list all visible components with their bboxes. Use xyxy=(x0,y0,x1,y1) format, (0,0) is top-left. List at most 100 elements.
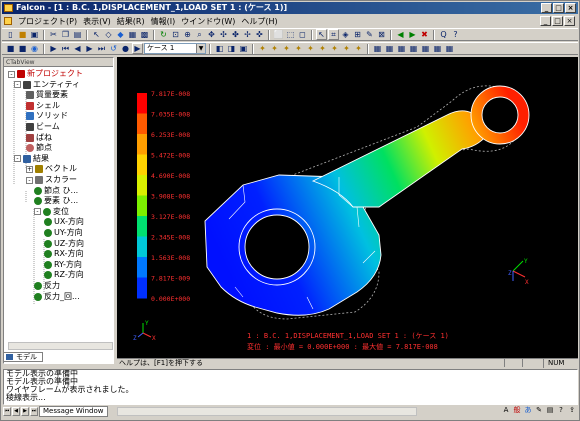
menu-help[interactable]: ヘルプ(H) xyxy=(241,16,277,27)
mdi-minimize-button[interactable]: _ xyxy=(540,16,551,26)
rotate-x-icon[interactable]: ✤ xyxy=(230,29,241,40)
last-frame-icon[interactable]: ⏭ xyxy=(96,43,107,54)
record-icon[interactable]: ● xyxy=(120,43,131,54)
layer-4-icon[interactable]: ▦ xyxy=(408,43,419,54)
tree-expander-icon[interactable]: - xyxy=(26,176,33,184)
input-mode-icon[interactable]: あ xyxy=(523,405,533,415)
pan-icon[interactable]: ✥ xyxy=(206,29,217,40)
layer-2-icon[interactable]: ▦ xyxy=(384,43,395,54)
tree-expander-icon[interactable]: + xyxy=(26,165,33,173)
result-next-icon[interactable]: ◨ xyxy=(226,43,237,54)
forward-icon[interactable]: ▶ xyxy=(407,29,418,40)
tree-item[interactable]: - 新プロジェクト xyxy=(8,69,83,79)
tool-icon[interactable]: ✎ xyxy=(534,405,544,415)
tree-horizontal-scrollbar[interactable] xyxy=(8,342,113,350)
graphics-viewport[interactable]: 7.817E-008 7.035E-008 6.253E-008 5.472E-008… xyxy=(117,57,578,358)
paste-icon[interactable]: ▤ xyxy=(72,29,83,40)
probe-result-icon[interactable]: ✦ xyxy=(329,43,340,54)
tree-item[interactable]: RY-方向 xyxy=(44,260,82,270)
tree-item[interactable]: RX-方向 xyxy=(44,249,84,259)
delete-icon[interactable]: ✖ xyxy=(419,29,430,40)
mdi-restore-button[interactable]: □ xyxy=(552,16,563,26)
search-icon[interactable]: Q xyxy=(438,29,449,40)
mdi-close-button[interactable]: × xyxy=(564,16,575,26)
tree-item[interactable]: 節点 xyxy=(26,143,52,153)
close-button[interactable]: × xyxy=(565,3,576,13)
prev-frame-icon[interactable]: ◀ xyxy=(72,43,83,54)
help-icon[interactable]: ? xyxy=(450,29,461,40)
menu-project[interactable]: プロジェクト(P) xyxy=(18,16,77,27)
cycle-icon[interactable]: ↺ xyxy=(108,43,119,54)
tree-item[interactable]: ばね xyxy=(26,133,52,143)
open-folder-icon[interactable]: ■ xyxy=(17,29,28,40)
tree-item[interactable]: 要素 ひ... xyxy=(34,196,78,206)
tree-expander-icon[interactable]: - xyxy=(14,81,21,89)
play-icon[interactable]: ▶ xyxy=(48,43,59,54)
tab-message-window[interactable]: Message Window xyxy=(39,405,108,417)
tree-expander-icon[interactable]: - xyxy=(34,208,41,216)
save-image-icon[interactable]: ◉ xyxy=(29,43,40,54)
graph-icon[interactable]: ✦ xyxy=(341,43,352,54)
new-file-icon[interactable]: ▯ xyxy=(5,29,16,40)
view-front-icon[interactable]: ⬜ xyxy=(273,29,284,40)
tree-item[interactable]: - 結果 xyxy=(14,154,49,164)
result-options-icon[interactable]: ▣ xyxy=(238,43,249,54)
tree-item[interactable]: - スカラー xyxy=(26,175,77,185)
fit-icon[interactable]: ⊡ xyxy=(170,29,181,40)
tree-item[interactable]: RZ-方向 xyxy=(44,270,84,280)
tree-item[interactable]: 反力 xyxy=(34,281,60,291)
tree-item[interactable]: ソリッド xyxy=(26,111,68,121)
caps-icon[interactable]: ⇪ xyxy=(567,405,577,415)
cut-icon[interactable]: ✂ xyxy=(48,29,59,40)
rotate-icon[interactable]: ✣ xyxy=(218,29,229,40)
message-horizontal-scrollbar[interactable] xyxy=(116,406,417,416)
tree-item[interactable]: ビーム xyxy=(26,122,60,132)
maximize-button[interactable]: □ xyxy=(553,3,564,13)
layer-1-icon[interactable]: ▦ xyxy=(372,43,383,54)
rotate-z-icon[interactable]: ✜ xyxy=(254,29,265,40)
tree-item[interactable]: - エンティティ xyxy=(14,80,80,90)
zoom-icon[interactable]: ⊕ xyxy=(182,29,193,40)
annotate-icon[interactable]: ✎ xyxy=(364,29,375,40)
contour-icon[interactable]: ✦ xyxy=(257,43,268,54)
refresh-icon[interactable]: ↻ xyxy=(158,29,169,40)
kanji-icon[interactable]: 般 xyxy=(512,405,522,415)
ime-icon[interactable]: A xyxy=(501,405,511,415)
layer-7-icon[interactable]: ▦ xyxy=(444,43,455,54)
tree-item[interactable]: 質量要素 xyxy=(26,90,68,100)
zoom-window-icon[interactable]: ⌕ xyxy=(194,29,205,40)
copy-icon[interactable]: ❐ xyxy=(60,29,71,40)
model-render[interactable]: 7.817E-008 7.035E-008 6.253E-008 5.472E-008… xyxy=(117,57,578,358)
load-case-combo[interactable]: ケース 1 ▼ xyxy=(144,43,206,54)
select-mode-icon[interactable]: ↖ xyxy=(316,29,327,40)
help-tray-icon[interactable]: ? xyxy=(556,405,566,415)
rotate-y-icon[interactable]: ✢ xyxy=(242,29,253,40)
tree-item[interactable]: シェル xyxy=(26,101,60,111)
pick-icon[interactable]: ⊠ xyxy=(376,29,387,40)
document-icon[interactable] xyxy=(4,17,12,25)
deform-icon[interactable]: ✦ xyxy=(269,43,280,54)
next-frame-icon[interactable]: ▶ xyxy=(84,43,95,54)
vector-plot-icon[interactable]: ✦ xyxy=(281,43,292,54)
mesh-icon[interactable]: ▦ xyxy=(127,29,138,40)
layer-3-icon[interactable]: ▦ xyxy=(396,43,407,54)
result-prev-icon[interactable]: ◧ xyxy=(214,43,225,54)
layer-6-icon[interactable]: ▦ xyxy=(432,43,443,54)
legend-icon[interactable]: ✦ xyxy=(317,43,328,54)
tree-item[interactable]: UY-方向 xyxy=(44,228,83,238)
iso-surface-icon[interactable]: ✦ xyxy=(293,43,304,54)
layer-5-icon[interactable]: ▦ xyxy=(420,43,431,54)
shaded-icon[interactable]: ◆ xyxy=(115,29,126,40)
save-icon[interactable]: ▣ xyxy=(29,29,40,40)
tree-item[interactable]: UZ-方向 xyxy=(44,239,84,249)
section-icon[interactable]: ✦ xyxy=(305,43,316,54)
first-frame-icon[interactable]: ⏮ xyxy=(60,43,71,54)
tree-expander-icon[interactable]: - xyxy=(8,70,15,78)
material-icon[interactable]: ▩ xyxy=(139,29,150,40)
dictionary-icon[interactable]: ▤ xyxy=(545,405,555,415)
last-tab-icon[interactable]: ⏭ xyxy=(30,406,38,416)
tree-item[interactable]: + ベクトル xyxy=(26,164,77,174)
stop-icon[interactable]: ■ xyxy=(17,43,28,54)
first-tab-icon[interactable]: ⏮ xyxy=(3,406,11,416)
display-icon[interactable]: ■ xyxy=(5,43,16,54)
